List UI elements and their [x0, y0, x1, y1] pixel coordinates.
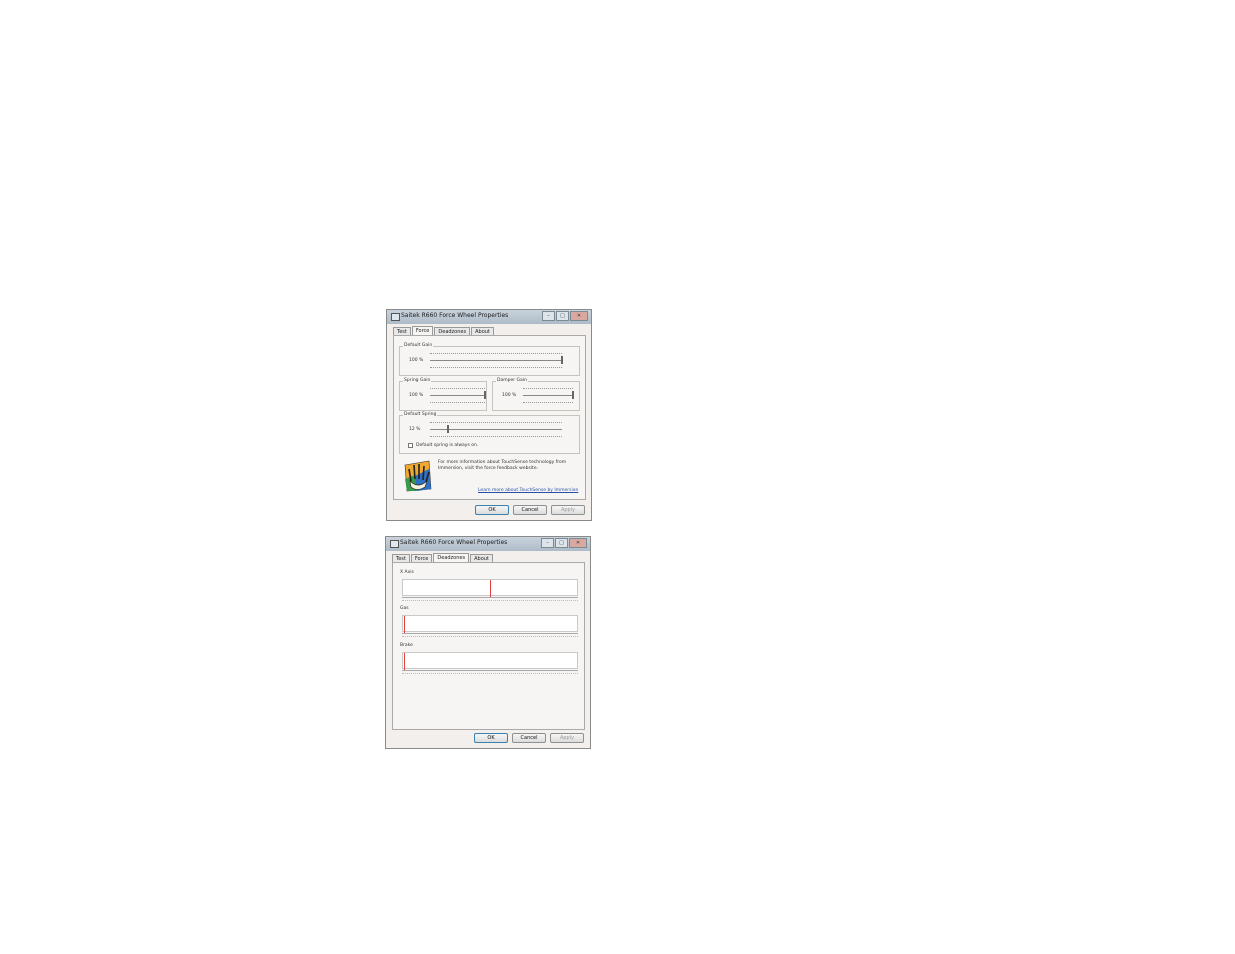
x-axis-position-indicator [490, 580, 491, 597]
default-gain-value: 100 % [409, 358, 424, 363]
minimize-icon[interactable]: – [541, 538, 554, 548]
title-bar[interactable]: Saitek R660 Force Wheel Properties – □ ✕ [387, 310, 591, 324]
brake-deadzone-slider[interactable] [402, 670, 578, 674]
close-icon[interactable]: ✕ [570, 311, 588, 321]
tab-panel: Default Gain 100 % Spring Gain 100 % Dam… [393, 335, 586, 500]
gas-deadzone-slider[interactable] [402, 633, 578, 637]
x-axis-deadzone-slider[interactable] [402, 597, 578, 601]
window-title: Saitek R660 Force Wheel Properties [400, 539, 508, 546]
default-spring-value: 12 % [409, 427, 421, 432]
default-gain-slider[interactable] [561, 356, 563, 364]
default-gain-ticks-bottom [430, 367, 562, 369]
default-spring-ticks-top [430, 422, 562, 424]
title-bar[interactable]: Saitek R660 Force Wheel Properties – □ ✕ [386, 537, 590, 551]
apply-button[interactable]: Apply [550, 733, 584, 743]
window-controls: – □ ✕ [542, 311, 588, 321]
learn-more-link[interactable]: Learn more about TouchSense by Immersion [478, 488, 578, 493]
always-on-label: Default spring is always on. [416, 443, 479, 448]
minimize-icon[interactable]: – [542, 311, 555, 321]
maximize-icon[interactable]: □ [555, 538, 568, 548]
brake-label: Brake [400, 643, 413, 648]
default-spring-group: Default Spring 12 % Default spring is al… [399, 412, 580, 454]
gas-label: Gas [400, 606, 409, 611]
close-icon[interactable]: ✕ [569, 538, 587, 548]
touchsense-info-content: For more information about TouchSense te… [438, 460, 567, 471]
ok-button[interactable]: OK [474, 733, 508, 743]
gas-position-indicator [404, 616, 405, 633]
spring-gain-ticks-top [430, 388, 485, 390]
force-properties-window: Saitek R660 Force Wheel Properties – □ ✕… [386, 309, 592, 521]
damper-gain-track [523, 395, 573, 396]
controller-icon [391, 313, 400, 321]
cancel-button[interactable]: Cancel [512, 733, 546, 743]
default-gain-ticks-top [430, 353, 562, 355]
default-spring-label: Default Spring [403, 412, 438, 417]
window-controls: – □ ✕ [541, 538, 587, 548]
default-gain-track [430, 360, 562, 361]
touchsense-hand-logo [404, 460, 432, 492]
damper-gain-ticks-bottom [523, 402, 573, 404]
gas-indicator-box [402, 615, 578, 633]
deadzones-properties-window: Saitek R660 Force Wheel Properties – □ ✕… [385, 536, 591, 749]
x-axis-label: X Axis [400, 570, 414, 575]
spring-gain-value: 100 % [409, 393, 424, 398]
default-gain-group: Default Gain 100 % [399, 343, 580, 376]
spring-gain-track [430, 395, 485, 396]
damper-gain-ticks-top [523, 388, 573, 390]
window-title: Saitek R660 Force Wheel Properties [401, 312, 509, 319]
cancel-button[interactable]: Cancel [513, 505, 547, 515]
tab-panel: X Axis Gas Brake [392, 562, 585, 730]
apply-button[interactable]: Apply [551, 505, 585, 515]
spring-gain-ticks-bottom [430, 402, 485, 404]
damper-gain-group: Damper Gain 100 % [492, 378, 580, 411]
spring-gain-group: Spring Gain 100 % [399, 378, 487, 411]
default-gain-label: Default Gain [403, 343, 434, 348]
controller-icon [390, 540, 399, 548]
default-spring-ticks-bottom [430, 436, 562, 438]
spring-gain-slider[interactable] [484, 391, 486, 399]
always-on-checkbox[interactable] [408, 443, 413, 448]
spring-gain-label: Spring Gain [403, 378, 432, 383]
ok-button[interactable]: OK [475, 505, 509, 515]
damper-gain-slider[interactable] [572, 391, 574, 399]
x-axis-indicator-box [402, 579, 578, 597]
touchsense-info-text: For more information about TouchSense te… [438, 460, 572, 472]
damper-gain-label: Damper Gain [496, 378, 528, 383]
maximize-icon[interactable]: □ [556, 311, 569, 321]
default-spring-track [430, 429, 562, 430]
damper-gain-value: 100 % [502, 393, 517, 398]
default-spring-slider[interactable] [447, 425, 449, 433]
brake-position-indicator [404, 653, 405, 670]
brake-indicator-box [402, 652, 578, 670]
